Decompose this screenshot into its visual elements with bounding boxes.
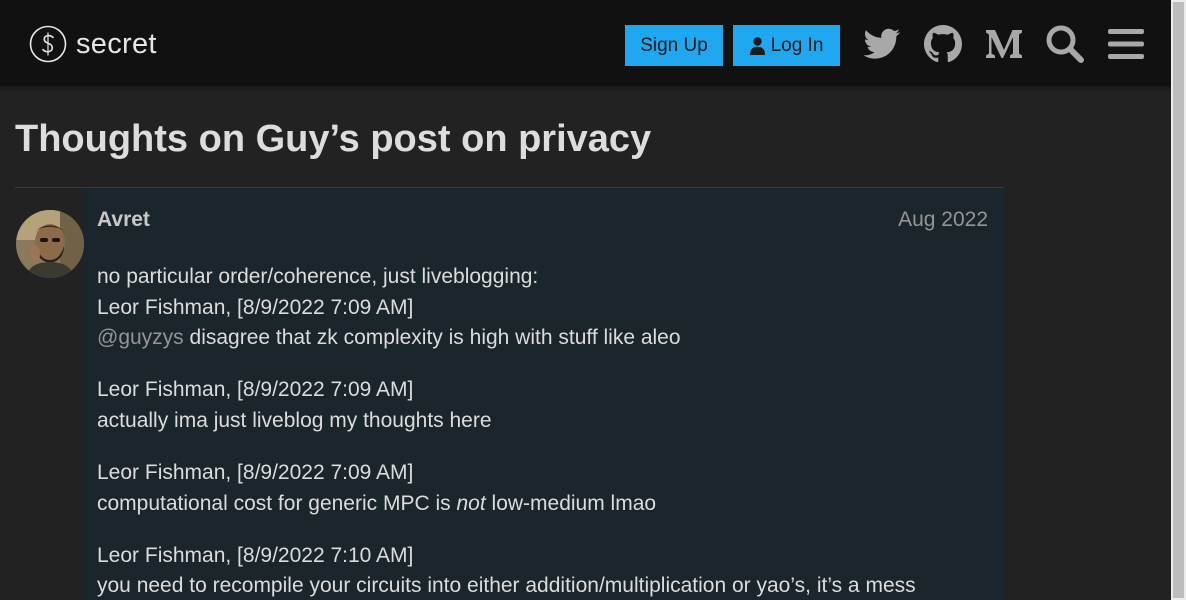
github-icon[interactable] [923,24,963,64]
entry-author-time: Leor Fishman, [8/9/2022 7:10 AM] [97,544,414,567]
entry-text: you need to recompile your circuits into… [97,574,916,597]
entry-text-emphasis: not [456,492,486,515]
entry-text-after: low-medium lmao [485,492,657,515]
entry-author-time: Leor Fishman, [8/9/2022 7:09 AM] [97,461,414,484]
entry-author-time: Leor Fishman, [8/9/2022 7:09 AM] [97,378,414,401]
menu-icon[interactable] [1106,24,1146,64]
scrollbar-thumb[interactable] [1173,2,1184,598]
topic-title[interactable]: Thoughts on Guy’s post on privacy [15,118,651,161]
user-icon [749,36,765,55]
log-in-label: Log In [770,34,824,56]
medium-icon[interactable] [984,24,1024,64]
site-logo[interactable]: secret [29,24,157,64]
post-intro: no particular order/coherence, just live… [97,265,539,288]
entry-text-before: computational cost for generic MPC is [97,492,457,515]
entry-text: @guyzys disagree that zk complexity is h… [97,326,681,350]
user-mention-link[interactable]: @guyzys [97,326,184,349]
log-in-button[interactable]: Log In [733,25,840,66]
entry-text: actually ima just liveblog my thoughts h… [97,409,492,432]
search-icon[interactable] [1045,24,1085,64]
post-username[interactable]: Avret [97,208,150,232]
secret-logo-icon [29,25,67,63]
entry-text: computational cost for generic MPC is no… [97,492,656,516]
twitter-icon[interactable] [862,24,902,64]
sign-up-button[interactable]: Sign Up [625,25,723,66]
entry-author-time: Leor Fishman, [8/9/2022 7:09 AM] [97,296,414,319]
entry-text-content: disagree that zk complexity is high with… [183,326,681,349]
avatar[interactable] [16,210,84,278]
post-date[interactable]: Aug 2022 [898,208,988,232]
logo-text: secret [76,27,157,60]
site-header: secret Sign Up Log In [0,0,1171,86]
